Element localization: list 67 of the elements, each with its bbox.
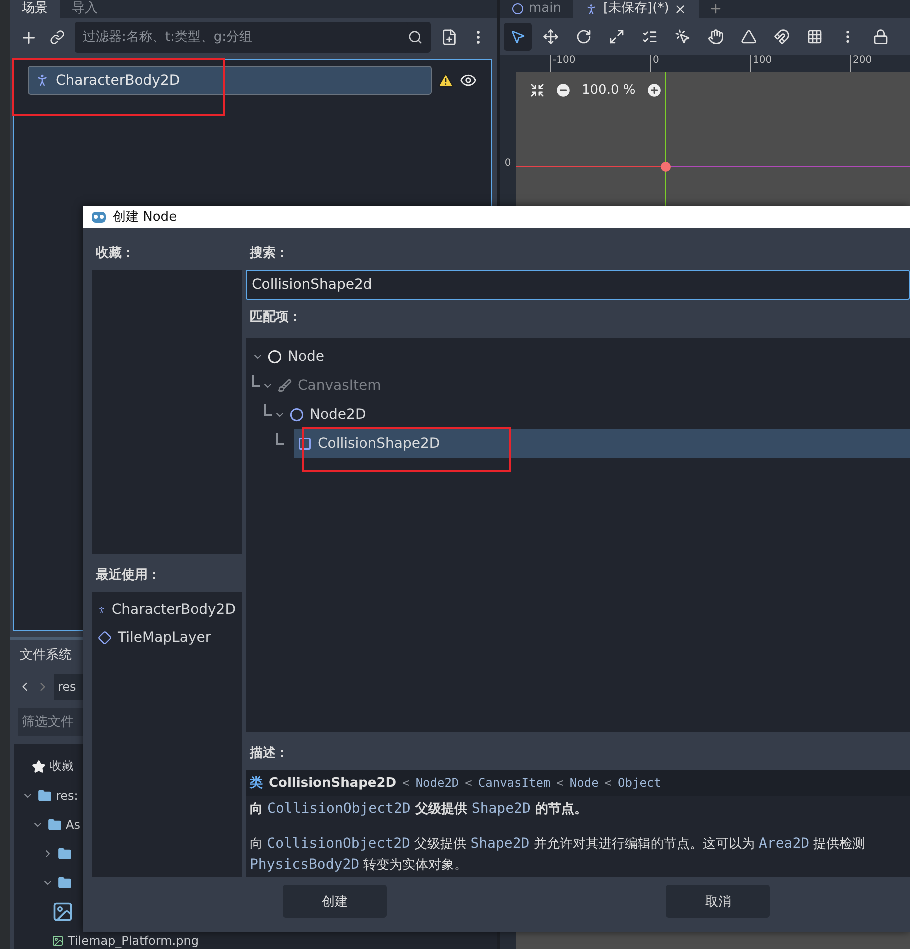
separator: < [465, 776, 472, 790]
dock-tab[interactable]: 导入 [60, 0, 110, 18]
circle-icon [512, 3, 524, 15]
pointer-icon[interactable] [504, 22, 532, 50]
image-thumbnail-icon [52, 900, 74, 922]
robot-logo-icon [91, 210, 107, 224]
file-tree-item[interactable]: 收藏 [50, 758, 74, 775]
tree-connector [264, 404, 272, 416]
filter-field[interactable]: 过滤器:名称、t:类型、g:分组 [75, 22, 431, 53]
separator: < [556, 776, 564, 790]
circle-icon [268, 350, 282, 364]
add-tab-icon[interactable] [709, 2, 724, 16]
folder-icon [58, 846, 72, 860]
scene-tab[interactable]: [未保存](*) [573, 0, 700, 18]
folder-icon [58, 876, 72, 890]
section-label: 最近使用： [95, 567, 162, 585]
file-tree-item[interactable]: Tilemap_Platform.png [68, 934, 199, 948]
folder-icon [48, 818, 62, 832]
ruler-label: 0 [504, 158, 512, 169]
folder-icon [38, 788, 52, 802]
class-keyword: 类 [250, 775, 263, 792]
section-label: 匹配项： [249, 309, 303, 327]
description-text: PhysicsBody2D 转变为实体对象。 [250, 856, 469, 875]
zoom-in-icon[interactable] [646, 82, 663, 99]
description-text: 向 CollisionObject2D 父级提供 Shape2D 的节点。 [250, 800, 588, 819]
file-tree-item[interactable]: As [66, 818, 80, 832]
section-label: 描述： [248, 745, 290, 763]
separator: < [402, 776, 410, 790]
image-icon [52, 934, 64, 946]
search-field[interactable]: CollisionShape2d [246, 270, 910, 300]
class-link[interactable]: Node2D [416, 776, 460, 790]
tree-connector [276, 432, 284, 444]
dialog-title: 创建 Node [113, 209, 178, 226]
eye-icon[interactable] [460, 72, 477, 89]
close-icon[interactable] [674, 2, 688, 16]
tree-item[interactable]: Node [264, 342, 910, 371]
diamond-icon [98, 631, 112, 645]
separator: < [604, 776, 612, 790]
search-icon [408, 30, 423, 45]
shrink-icon[interactable] [530, 83, 545, 98]
scene-tab[interactable]: main [500, 0, 574, 18]
class-link[interactable]: Node [570, 776, 599, 790]
zoom-level: 100.0 % [582, 83, 636, 98]
star-icon [32, 760, 46, 774]
scene-tree-item[interactable]: CharacterBody2D [28, 66, 432, 95]
recent-item[interactable]: TileMapLayer [98, 624, 236, 652]
class-link[interactable]: CanvasItem [478, 776, 551, 790]
dock-tab[interactable]: 场景 [10, 0, 60, 18]
running-figure-icon [585, 2, 598, 16]
square-icon [298, 436, 312, 450]
tree-connector [252, 374, 260, 386]
description-text: 向 CollisionObject2D 父级提供 Shape2D 并允许对其进行编辑的节点。这可以为 Area2D 提供检测 [250, 835, 867, 854]
recent-item[interactable]: CharacterBody2D [98, 596, 236, 624]
dock-title: 文件系统 [19, 647, 73, 665]
zoom-out-icon[interactable] [555, 82, 572, 99]
brush-icon [278, 378, 292, 392]
class-link[interactable]: Object [618, 776, 662, 790]
dialog-button[interactable]: 取消 [666, 885, 770, 918]
class-name: CollisionShape2D [269, 776, 397, 790]
circle-icon [290, 408, 304, 422]
warning-icon[interactable] [438, 72, 454, 88]
file-tree-item[interactable]: res: [56, 788, 78, 802]
dialog-button[interactable]: 创建 [282, 885, 387, 918]
section-label: 收藏： [95, 245, 136, 263]
section-label: 搜索： [248, 244, 290, 263]
link-icon[interactable] [48, 28, 67, 47]
running-figure-icon [35, 73, 50, 88]
